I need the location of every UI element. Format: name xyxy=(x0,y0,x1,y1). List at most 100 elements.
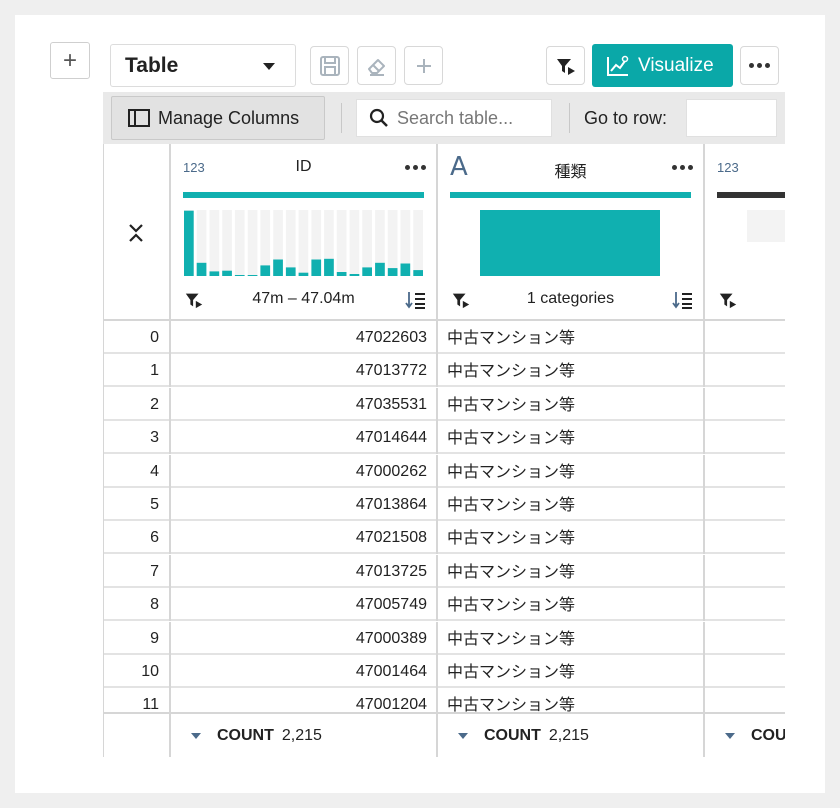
save-icon xyxy=(319,55,340,76)
histogram-bin[interactable] xyxy=(222,270,232,276)
table-row[interactable]: 3 47014644 中古マンション等 xyxy=(104,421,785,455)
view-select[interactable]: Table xyxy=(110,44,296,87)
aggregate-label: COUNT xyxy=(217,726,274,744)
cell-kind[interactable]: 中古マンション等 xyxy=(438,588,705,622)
search-input[interactable] xyxy=(397,107,547,129)
row-index: 10 xyxy=(104,655,171,688)
cell-id[interactable]: 47013864 xyxy=(171,488,438,521)
histogram-bin[interactable] xyxy=(413,270,423,276)
cell-kind[interactable]: 中古マンション等 xyxy=(438,488,705,521)
histogram-bin[interactable] xyxy=(375,262,385,276)
cell-id[interactable]: 47013772 xyxy=(171,354,438,388)
save-button[interactable] xyxy=(310,46,349,85)
column-header-id[interactable]: 123 ID 47m – 47.04m xyxy=(171,144,438,321)
cell-kind[interactable]: 中古マンション等 xyxy=(438,454,705,488)
filter-icon[interactable] xyxy=(717,290,739,310)
cell-id[interactable]: 47000262 xyxy=(171,454,438,488)
histogram-bin[interactable] xyxy=(209,271,220,276)
search-box[interactable] xyxy=(356,99,552,137)
histogram-bin[interactable] xyxy=(324,258,334,276)
histogram-bin[interactable] xyxy=(285,267,296,276)
histogram-bin[interactable] xyxy=(184,210,194,276)
histogram-bin[interactable] xyxy=(196,262,207,276)
numeric-type-icon: 123 xyxy=(717,160,739,175)
sort-icon[interactable] xyxy=(404,290,426,310)
histogram-bin[interactable] xyxy=(273,259,283,277)
cell-id[interactable]: 47022603 xyxy=(171,321,438,354)
cell-kind[interactable]: 中古マンション等 xyxy=(438,387,705,421)
more-options-button[interactable] xyxy=(740,46,779,85)
table-row[interactable]: 10 47001464 中古マンション等 xyxy=(104,655,785,688)
cell-id[interactable]: 47035531 xyxy=(171,387,438,421)
collapse-icon[interactable] xyxy=(127,222,145,244)
table-row[interactable]: 5 47013864 中古マンション等 xyxy=(104,488,785,521)
column-valid-bar xyxy=(183,192,424,198)
notebook-cell: + Table Visualize Manage Columns Search … xyxy=(15,15,825,793)
column-menu-icon[interactable] xyxy=(405,165,426,170)
row-index: 8 xyxy=(104,588,171,622)
column-menu-icon[interactable] xyxy=(672,165,693,170)
plus-icon xyxy=(416,58,431,73)
columns-icon xyxy=(128,109,150,127)
cell-kind[interactable]: 中古マンション等 xyxy=(438,421,705,455)
table-row[interactable]: 7 47013725 中古マンション等 xyxy=(104,554,785,588)
histogram-bin[interactable] xyxy=(349,274,360,276)
cell-id[interactable]: 47000389 xyxy=(171,621,438,655)
column-header-kind[interactable]: A 種類 1 categories xyxy=(438,144,705,321)
table-row[interactable]: 1 47013772 中古マンション等 xyxy=(104,354,785,388)
manage-columns-button[interactable]: Manage Columns xyxy=(111,96,325,140)
histogram-bin[interactable] xyxy=(400,263,411,277)
cell-kind[interactable]: 中古マンション等 xyxy=(438,554,705,588)
footer-aggregate-id[interactable]: COUNT 2,215 xyxy=(171,714,438,757)
histogram-bin[interactable] xyxy=(260,265,271,276)
aggregate-label: COU xyxy=(751,726,785,744)
column-header-partial[interactable]: 123 xyxy=(705,144,785,321)
cell-id[interactable]: 47014644 xyxy=(171,421,438,455)
histogram-bin-bg xyxy=(209,210,220,276)
row-index: 3 xyxy=(104,421,171,455)
caret-down-icon xyxy=(191,732,201,739)
table-row[interactable]: 9 47000389 中古マンション等 xyxy=(104,621,785,655)
cell-kind[interactable]: 中古マンション等 xyxy=(438,621,705,655)
histogram-bin-bg xyxy=(222,210,232,276)
footer-aggregate-kind[interactable]: COUNT 2,215 xyxy=(438,714,705,757)
data-grid: 123 ID 47m – 47.04m A 種類 1 categories 12… xyxy=(103,144,785,757)
cell-id[interactable]: 47005749 xyxy=(171,588,438,622)
histogram-bin-bg xyxy=(362,210,372,276)
histogram-bin[interactable] xyxy=(298,272,309,276)
filter-button[interactable] xyxy=(546,46,585,85)
chart-sparkle-icon xyxy=(607,55,629,76)
table-row[interactable]: 8 47005749 中古マンション等 xyxy=(104,588,785,622)
row-index: 0 xyxy=(104,321,171,354)
column-valid-bar xyxy=(450,192,691,198)
cell-kind[interactable]: 中古マンション等 xyxy=(438,655,705,688)
table-row[interactable]: 0 47022603 中古マンション等 xyxy=(104,321,785,354)
cell-id[interactable]: 47013725 xyxy=(171,554,438,588)
cell-id[interactable]: 47021508 xyxy=(171,521,438,555)
more-icon xyxy=(749,63,770,68)
histogram-bin[interactable] xyxy=(234,275,245,276)
histogram-bin[interactable] xyxy=(247,275,258,276)
histogram-bin[interactable] xyxy=(311,259,322,277)
histogram-bin-bg xyxy=(298,210,309,276)
table-row[interactable]: 4 47000262 中古マンション等 xyxy=(104,454,785,488)
histogram-bin[interactable] xyxy=(362,267,372,276)
cell-id[interactable]: 47001464 xyxy=(171,655,438,688)
table-row[interactable]: 2 47035531 中古マンション等 xyxy=(104,387,785,421)
clear-button[interactable] xyxy=(357,46,396,85)
add-cell-button[interactable]: + xyxy=(50,42,90,79)
table-row[interactable]: 6 47021508 中古マンション等 xyxy=(104,521,785,555)
column-name: 種類 xyxy=(554,162,587,181)
histogram-bin[interactable] xyxy=(387,268,398,276)
cell-kind[interactable]: 中古マンション等 xyxy=(438,354,705,388)
histogram-bin[interactable] xyxy=(336,272,347,276)
sort-icon[interactable] xyxy=(671,290,693,310)
cell-kind[interactable]: 中古マンション等 xyxy=(438,321,705,354)
table-toolbar: Manage Columns Go to row: xyxy=(103,92,785,144)
go-to-row-input[interactable] xyxy=(686,99,777,137)
add-button[interactable] xyxy=(404,46,443,85)
footer-aggregate-partial[interactable]: COU xyxy=(705,714,785,757)
cell-kind[interactable]: 中古マンション等 xyxy=(438,521,705,555)
histogram-bin-bg xyxy=(336,210,347,276)
visualize-button[interactable]: Visualize xyxy=(592,44,733,87)
